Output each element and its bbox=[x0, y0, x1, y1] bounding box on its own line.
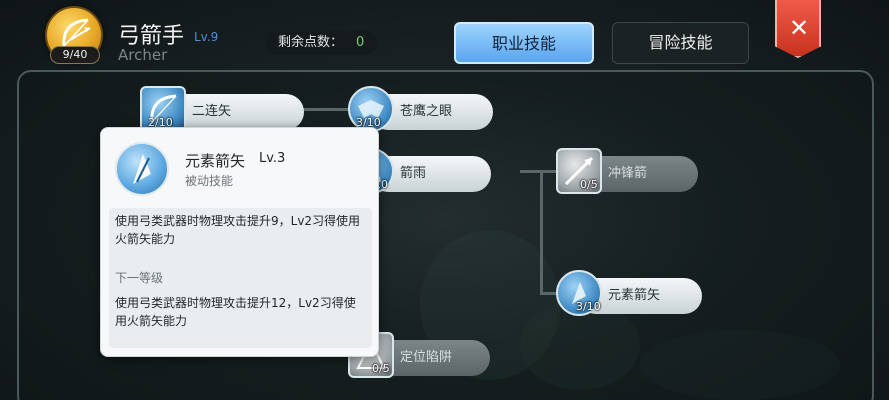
tooltip-skill-name: 元素箭矢 bbox=[185, 152, 246, 170]
skill-level: 0/5 bbox=[580, 178, 598, 191]
remaining-points: 剩余点数： 0 bbox=[266, 31, 377, 55]
class-name-english: Archer bbox=[118, 46, 168, 64]
tooltip-skill-level: Lv.3 bbox=[259, 151, 286, 166]
close-icon: ✕ bbox=[789, 14, 810, 42]
skill-tooltip: 元素箭矢 Lv.3 被动技能 使用弓类武器时物理攻击提升9，Lv2习得使用火箭矢… bbox=[100, 127, 379, 357]
header: 9/40 弓箭手 Lv.9 Archer 剩余点数： 0 职业技能 冒险技能 ✕ bbox=[0, 0, 889, 66]
skill-screen: { "header": { "class_name": "弓箭手", "clas… bbox=[0, 0, 889, 400]
tab-class-skills[interactable]: 职业技能 bbox=[454, 22, 594, 64]
tooltip-next-level-description: 使用弓类武器时物理攻击提升12，Lv2习得使用火箭矢能力 bbox=[115, 296, 356, 328]
skill-node-element-arrow[interactable]: 元素箭矢 3/10 bbox=[556, 270, 736, 318]
tooltip-description: 使用弓类武器时物理攻击提升9，Lv2习得使用火箭矢能力 bbox=[115, 214, 361, 246]
remaining-points-value: 0 bbox=[356, 35, 365, 50]
skill-level: 0/5 bbox=[372, 362, 390, 375]
tooltip-skill-type: 被动技能 bbox=[185, 174, 234, 188]
close-button[interactable]: ✕ bbox=[775, 0, 821, 58]
tab-adventure-skills[interactable]: 冒险技能 bbox=[612, 22, 749, 64]
skill-level: 3/10 bbox=[576, 300, 601, 313]
skill-points-badge: 9/40 bbox=[50, 46, 100, 64]
element-arrow-icon bbox=[115, 142, 169, 196]
skill-node-eagle-eye[interactable]: 苍鹰之眼 3/10 bbox=[348, 86, 528, 134]
class-level: Lv.9 bbox=[194, 30, 219, 44]
tooltip-next-level-label: 下一等级 bbox=[115, 271, 164, 285]
remaining-points-label: 剩余点数： bbox=[278, 35, 344, 50]
skill-connector bbox=[540, 170, 543, 295]
skill-node-charge-arrow[interactable]: 冲锋箭 0/5 bbox=[556, 148, 736, 196]
